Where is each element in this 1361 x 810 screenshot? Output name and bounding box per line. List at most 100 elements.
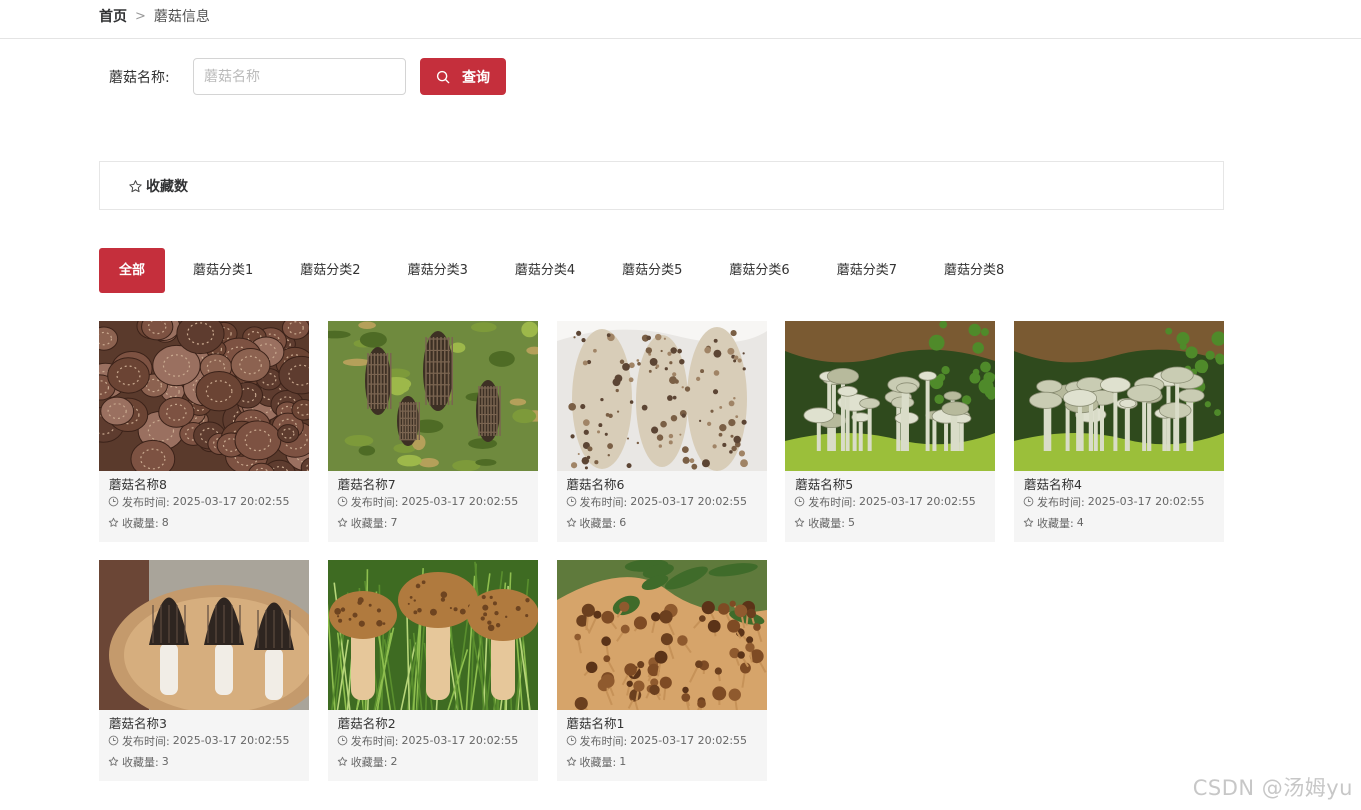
time-value: 2025-03-17 20:02:55 bbox=[1087, 495, 1205, 508]
time-prefix: 发布时间: bbox=[1037, 495, 1085, 509]
favorite-count: 收藏量: 1 bbox=[557, 751, 767, 772]
favorite-count: 收藏量: 8 bbox=[99, 512, 309, 533]
mushroom-image[interactable] bbox=[99, 321, 309, 471]
clock-icon bbox=[1023, 496, 1034, 507]
clock-icon bbox=[337, 496, 348, 507]
favorite-count: 收藏量: 5 bbox=[785, 512, 995, 533]
mushroom-card[interactable]: 蘑菇名称1 发布时间: 2025-03-17 20:02:55 收藏量: 1 bbox=[556, 560, 767, 781]
favorite-count: 收藏量: 3 bbox=[99, 751, 309, 772]
search-button[interactable]: 查询 bbox=[420, 58, 506, 95]
time-value: 2025-03-17 20:02:55 bbox=[401, 734, 519, 747]
star-icon bbox=[108, 517, 119, 527]
time-value: 2025-03-17 20:02:55 bbox=[401, 495, 519, 508]
publish-time: 发布时间: 2025-03-17 20:02:55 bbox=[557, 491, 767, 512]
clock-icon bbox=[566, 735, 576, 746]
star-icon bbox=[129, 179, 142, 192]
mushroom-card[interactable]: 蘑菇名称8 发布时间: 2025-03-17 20:02:55 收藏量: 8 bbox=[99, 321, 309, 542]
fav-prefix: 收藏量: bbox=[579, 755, 617, 769]
clock-icon bbox=[108, 735, 119, 746]
time-prefix: 发布时间: bbox=[808, 495, 856, 509]
star-icon bbox=[566, 756, 576, 766]
mushroom-card[interactable]: 蘑菇名称2 发布时间: 2025-03-17 20:02:55 收藏量: 2 bbox=[327, 560, 538, 781]
mushroom-name: 蘑菇名称4 bbox=[1024, 477, 1082, 492]
mushroom-name: 蘑菇名称7 bbox=[337, 477, 396, 492]
clock-icon bbox=[794, 496, 805, 507]
tab-category-1[interactable]: 蘑菇分类1 bbox=[193, 248, 253, 293]
mushroom-image[interactable] bbox=[327, 321, 538, 471]
fav-value: 5 bbox=[847, 516, 855, 529]
tab-category-4[interactable]: 蘑菇分类4 bbox=[515, 248, 575, 293]
fav-value: 4 bbox=[1076, 516, 1084, 529]
mushroom-image[interactable] bbox=[327, 560, 538, 710]
clock-icon bbox=[108, 496, 119, 507]
fav-value: 1 bbox=[619, 755, 627, 768]
publish-time: 发布时间: 2025-03-17 20:02:55 bbox=[99, 730, 309, 751]
star-icon bbox=[566, 517, 576, 527]
mushroom-name: 蘑菇名称5 bbox=[795, 477, 854, 492]
star-icon bbox=[337, 756, 347, 766]
mushroom-image[interactable] bbox=[556, 560, 767, 710]
mushroom-card[interactable]: 蘑菇名称3 发布时间: 2025-03-17 20:02:55 收藏量: 3 bbox=[99, 560, 309, 781]
mushroom-image[interactable] bbox=[785, 321, 996, 471]
fav-prefix: 收藏量: bbox=[1037, 516, 1074, 530]
time-prefix: 发布时间: bbox=[350, 495, 399, 509]
breadcrumb-home[interactable]: 首页 bbox=[99, 6, 127, 26]
fav-prefix: 收藏量: bbox=[350, 755, 388, 769]
star-icon bbox=[795, 517, 805, 527]
favorite-count: 收藏量: 2 bbox=[328, 751, 538, 772]
publish-time: 发布时间: 2025-03-17 20:02:55 bbox=[785, 491, 995, 512]
time-value: 2025-03-17 20:02:55 bbox=[630, 734, 748, 747]
header-divider bbox=[0, 38, 1361, 39]
search-button-label: 查询 bbox=[462, 69, 490, 86]
fav-prefix: 收藏量: bbox=[808, 516, 845, 530]
tab-category-5[interactable]: 蘑菇分类5 bbox=[622, 248, 682, 293]
mushroom-card[interactable]: 蘑菇名称4 发布时间: 2025-03-17 20:02:55 收藏量: 4 bbox=[1014, 321, 1224, 542]
fav-value: 2 bbox=[390, 755, 398, 768]
tab-category-3[interactable]: 蘑菇分类3 bbox=[408, 248, 468, 293]
mushroom-image[interactable] bbox=[556, 321, 767, 471]
mushroom-card[interactable]: 蘑菇名称6 发布时间: 2025-03-17 20:02:55 收藏量: 6 bbox=[556, 321, 767, 542]
fav-prefix: 收藏量: bbox=[350, 516, 388, 530]
tab-all[interactable]: 全部 bbox=[99, 248, 165, 293]
star-icon bbox=[108, 756, 119, 766]
tab-category-8[interactable]: 蘑菇分类8 bbox=[944, 248, 1004, 293]
mushroom-name: 蘑菇名称6 bbox=[566, 477, 625, 492]
time-value: 2025-03-17 20:02:55 bbox=[630, 495, 748, 508]
mushroom-card[interactable]: 蘑菇名称5 发布时间: 2025-03-17 20:02:55 收藏量: 5 bbox=[785, 321, 996, 542]
publish-time: 发布时间: 2025-03-17 20:02:55 bbox=[328, 491, 538, 512]
fav-value: 3 bbox=[161, 755, 169, 768]
time-prefix: 发布时间: bbox=[122, 495, 170, 509]
tab-category-6[interactable]: 蘑菇分类6 bbox=[729, 248, 789, 293]
time-value: 2025-03-17 20:02:55 bbox=[172, 495, 290, 508]
tab-category-2[interactable]: 蘑菇分类2 bbox=[300, 248, 360, 293]
mushroom-name: 蘑菇名称8 bbox=[109, 477, 167, 492]
mushroom-name: 蘑菇名称3 bbox=[109, 716, 167, 731]
favorite-count: 收藏量: 7 bbox=[328, 512, 538, 533]
sort-by-favorites[interactable]: 收藏数 bbox=[128, 176, 188, 196]
fav-prefix: 收藏量: bbox=[579, 516, 617, 530]
sort-bar: 收藏数 bbox=[99, 161, 1224, 210]
sort-label: 收藏数 bbox=[146, 179, 188, 195]
publish-time: 发布时间: 2025-03-17 20:02:55 bbox=[328, 730, 538, 751]
publish-time: 发布时间: 2025-03-17 20:02:55 bbox=[1014, 491, 1224, 512]
search-icon bbox=[436, 70, 450, 83]
mushroom-card[interactable]: 蘑菇名称7 发布时间: 2025-03-17 20:02:55 收藏量: 7 bbox=[327, 321, 538, 542]
publish-time: 发布时间: 2025-03-17 20:02:55 bbox=[99, 491, 309, 512]
publish-time: 发布时间: 2025-03-17 20:02:55 bbox=[557, 730, 767, 751]
search-input[interactable] bbox=[193, 58, 406, 95]
category-tabs: 全部 蘑菇分类1 蘑菇分类2 蘑菇分类3 蘑菇分类4 蘑菇分类5 蘑菇分类6 蘑菇分类7 蘑菇分… bbox=[99, 248, 1004, 293]
mushroom-image[interactable] bbox=[99, 560, 309, 710]
tab-category-7[interactable]: 蘑菇分类7 bbox=[837, 248, 897, 293]
search-label: 蘑菇名称: bbox=[109, 70, 170, 86]
time-prefix: 发布时间: bbox=[579, 495, 628, 509]
fav-prefix: 收藏量: bbox=[122, 516, 159, 530]
watermark: CSDN @汤姆yu bbox=[1192, 776, 1353, 800]
fav-value: 6 bbox=[619, 516, 627, 529]
time-prefix: 发布时间: bbox=[350, 734, 399, 748]
time-value: 2025-03-17 20:02:55 bbox=[172, 734, 290, 747]
mushroom-image[interactable] bbox=[1014, 321, 1224, 471]
breadcrumb: 首页 > 蘑菇信息 bbox=[99, 6, 210, 26]
fav-prefix: 收藏量: bbox=[122, 755, 159, 769]
fav-value: 7 bbox=[390, 516, 398, 529]
mushroom-grid: 蘑菇名称8 发布时间: 2025-03-17 20:02:55 收藏量: 8 蘑菇名称7 发… bbox=[99, 321, 1229, 781]
